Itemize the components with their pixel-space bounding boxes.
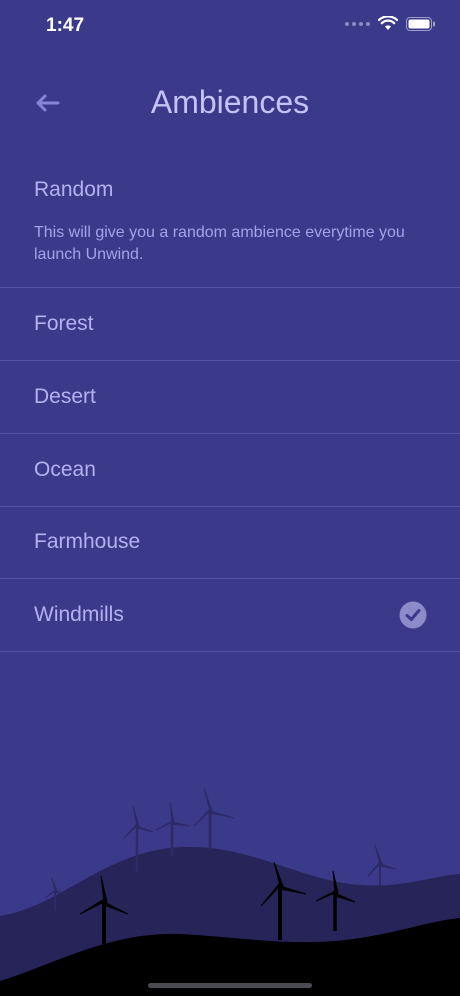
ambience-item-desert[interactable]: Desert [0,361,460,434]
status-bar: 1:47 [0,0,460,50]
random-title: Random [34,178,114,201]
status-icons [345,16,436,31]
ambience-label: Windmills [34,603,124,626]
home-indicator[interactable] [148,983,312,988]
windmills-landscape [0,787,460,996]
ambience-label: Desert [34,385,96,408]
wifi-icon [378,16,398,30]
page-title: Ambiences [150,84,310,120]
signal-icon [345,21,370,26]
ambience-item-ocean[interactable]: Ocean [0,434,460,507]
ambience-label: Farmhouse [34,530,141,553]
ambience-label: Ocean [34,458,96,481]
header: Ambiences [0,70,460,140]
ambience-label: Forest [34,312,94,335]
random-description: This will give you a random ambience eve… [34,224,405,263]
status-time: 1:47 [46,15,85,36]
check-circle-icon [399,601,427,629]
ambience-item-windmills[interactable]: Windmills [0,579,460,652]
battery-icon [406,16,435,31]
ambience-item-farmhouse[interactable]: Farmhouse [0,506,460,579]
ambience-item-forest[interactable]: Forest [0,288,460,361]
random-option[interactable]: Random This will give you a random ambie… [0,160,460,288]
